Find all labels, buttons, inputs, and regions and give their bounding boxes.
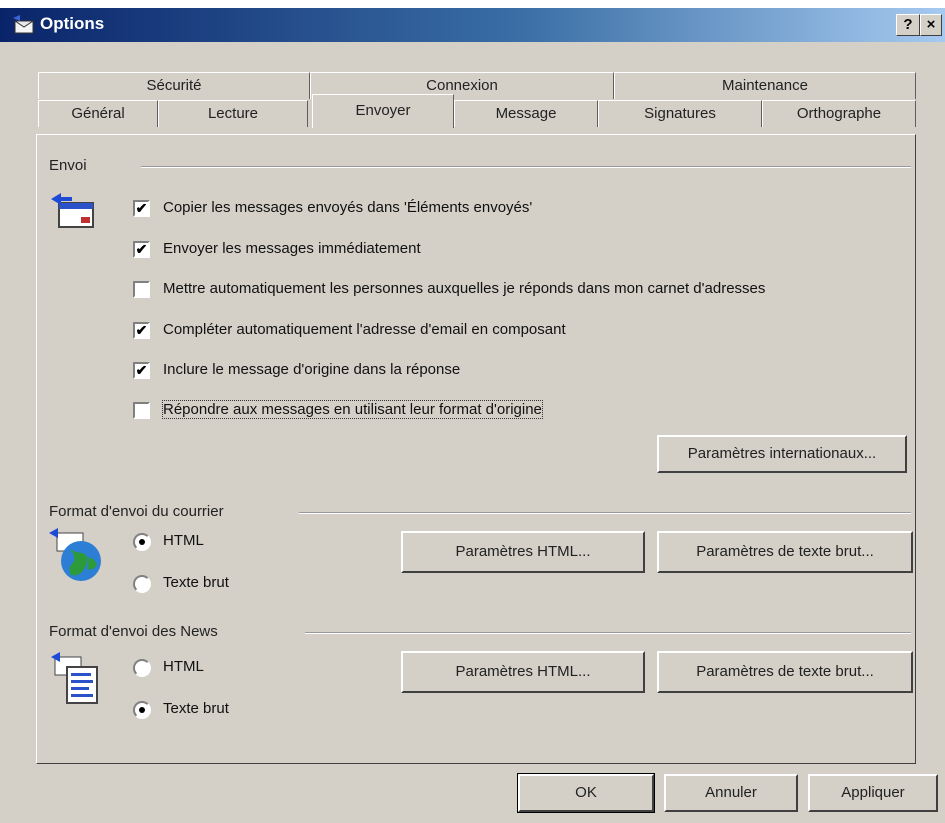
tab-message[interactable]: Message [454, 100, 598, 127]
send-immediately-checkbox[interactable]: ✔ [133, 241, 150, 258]
tab-label: Maintenance [722, 77, 808, 94]
news-text-settings-button[interactable]: Paramètres de texte brut... [657, 651, 913, 693]
radio-selected-dot [139, 707, 145, 713]
tab-label: Signatures [644, 105, 716, 122]
window-title: Options [40, 14, 105, 33]
mail-format-separator [299, 512, 911, 514]
news-html-label: HTML [163, 658, 204, 675]
mail-html-radio[interactable] [133, 533, 151, 551]
apply-button[interactable]: Appliquer [808, 774, 938, 812]
mail-html-settings-button[interactable]: Paramètres HTML... [401, 531, 645, 573]
news-html-settings-button[interactable]: Paramètres HTML... [401, 651, 645, 693]
tab-signatures[interactable]: Signatures [598, 100, 762, 127]
auto-add-contacts-label: Mettre automatiquement les personnes aux… [163, 280, 766, 297]
auto-add-contacts-checkbox[interactable] [133, 281, 150, 298]
copy-sent-label: Copier les messages envoyés dans 'Élémen… [163, 199, 533, 216]
tab-label: Sécurité [146, 77, 202, 94]
news-text-radio[interactable] [133, 701, 151, 719]
tab-label: Message [495, 105, 557, 122]
options-app-icon [13, 15, 35, 34]
mail-text-settings-button[interactable]: Paramètres de texte brut... [657, 531, 913, 573]
mail-text-radio[interactable] [133, 575, 151, 593]
tab-orthographe[interactable]: Orthographe [762, 100, 916, 127]
mail-html-label: HTML [163, 532, 204, 549]
reply-original-format-label: Répondre aux messages en utilisant leur … [162, 400, 543, 419]
include-original-label: Inclure le message d'origine dans la rép… [163, 361, 461, 378]
tab-label: Connexion [426, 77, 498, 94]
ok-button[interactable]: OK [517, 773, 655, 813]
tab-maintenance[interactable]: Maintenance [614, 72, 916, 99]
globe-mail-icon [49, 528, 101, 581]
radio-selected-dot [139, 539, 145, 545]
envoi-group-label: Envoi [49, 157, 87, 174]
news-html-radio[interactable] [133, 659, 151, 677]
tab-securite[interactable]: Sécurité [38, 72, 310, 99]
autocomplete-checkbox[interactable]: ✔ [133, 322, 150, 339]
mail-format-group-label: Format d'envoi du courrier [49, 503, 224, 520]
include-original-checkbox[interactable]: ✔ [133, 362, 150, 379]
news-format-group-label: Format d'envoi des News [49, 623, 218, 640]
news-format-separator [305, 632, 911, 634]
news-document-icon [51, 652, 98, 704]
envoi-separator [141, 166, 911, 168]
envoyer-panel: Envoi ✔ Copier les messages envoyés dans… [36, 134, 916, 764]
reply-original-format-checkbox[interactable] [133, 402, 150, 419]
title-bar[interactable]: Options ? × [0, 8, 945, 42]
international-settings-button[interactable]: Paramètres internationaux... [657, 435, 907, 473]
help-button[interactable]: ? [896, 14, 920, 36]
tab-label: Lecture [207, 105, 259, 122]
send-mail-icon [51, 193, 94, 228]
send-immediately-label: Envoyer les messages immédiatement [163, 240, 421, 257]
autocomplete-label: Compléter automatiquement l'adresse d'em… [163, 321, 566, 338]
copy-sent-checkbox[interactable]: ✔ [133, 200, 150, 217]
cancel-button[interactable]: Annuler [664, 774, 798, 812]
news-text-label: Texte brut [163, 700, 229, 717]
close-button[interactable]: × [920, 14, 942, 36]
tab-general[interactable]: Général [38, 100, 158, 127]
mail-text-label: Texte brut [163, 574, 229, 591]
tab-label: Envoyer [355, 102, 411, 119]
tab-envoyer[interactable]: Envoyer [312, 94, 454, 128]
tab-label: Général [71, 105, 125, 122]
options-dialog: Options ? × Sécurité Connexion Maintenan… [0, 8, 945, 823]
tab-label: Orthographe [796, 105, 882, 122]
tab-lecture[interactable]: Lecture [158, 100, 308, 127]
